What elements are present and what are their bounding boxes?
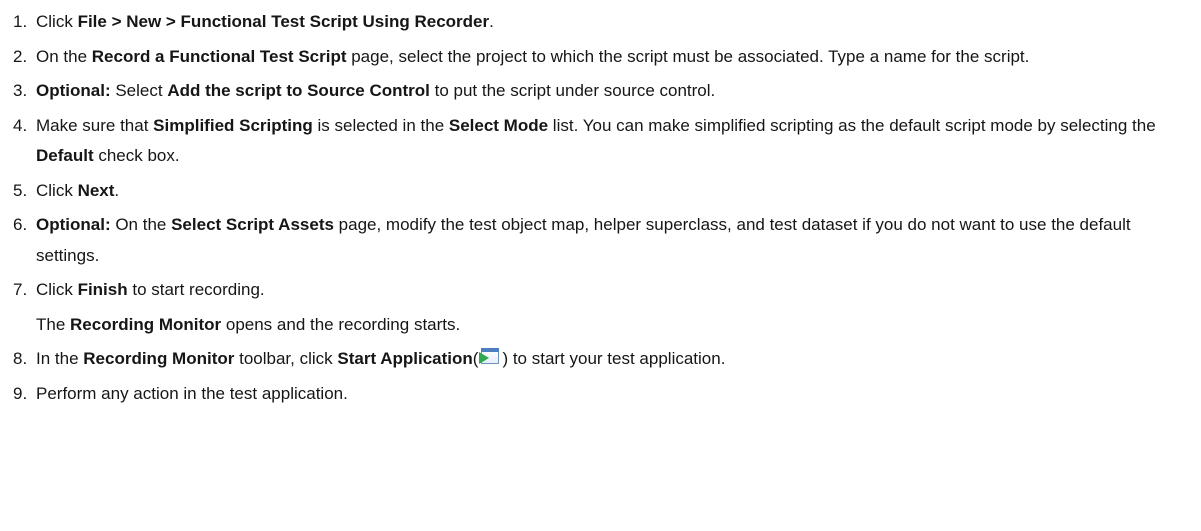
bold-text: Start Application: [337, 349, 473, 368]
bold-text: Add the script to Source Control: [167, 81, 430, 100]
start-application-icon: [479, 347, 501, 367]
step-instruction: In the Recording Monitor toolbar, click …: [36, 344, 1188, 375]
step-text: toolbar, click: [234, 349, 338, 368]
step-number: 9.: [13, 383, 28, 403]
step-text: On the: [110, 215, 172, 234]
step-text: check box.: [93, 146, 180, 165]
step-number: 6.: [13, 215, 28, 234]
step-item: 7. Click Finish to start recording. The Re…: [13, 275, 1188, 340]
step-instruction: Perform any action in the test applicati…: [36, 379, 1188, 410]
step-number: 5.: [13, 180, 28, 200]
step-number: 8.: [13, 349, 28, 368]
step-item: 3. Optional: Select Add the script to Sou…: [13, 76, 1188, 107]
step-text: Click: [36, 280, 78, 299]
step-text: is selected in the: [312, 115, 449, 135]
step-text: The: [36, 314, 71, 334]
step-text: list. You can make simplified scripting …: [548, 115, 1156, 135]
bold-text: Select Mode: [448, 115, 549, 135]
bold-text: Default: [36, 146, 94, 165]
procedure-steps-list: 1. Click File > New > Functional Test Scr…: [13, 7, 1188, 409]
bold-text: Finish: [77, 280, 128, 299]
step-instruction: Optional: On the Select Script Assets pa…: [36, 210, 1188, 271]
step-text: Click: [36, 12, 78, 31]
step-number: 3.: [13, 81, 28, 100]
step-number: 2.: [13, 46, 28, 66]
step-item: 2. On the Record a Functional Test Script…: [13, 42, 1188, 73]
step-item: 5. Click Next.: [13, 176, 1188, 207]
step-text: ) to start your test application.: [502, 349, 726, 368]
step-text: opens and the recording starts.: [221, 314, 461, 334]
document-body: 1. Click File > New > Functional Test Scr…: [0, 0, 1188, 409]
bold-text: Recording Monitor: [70, 314, 222, 334]
step-number: 7.: [13, 280, 28, 299]
step-text: On the: [36, 46, 92, 66]
bold-text: Select Script Assets: [171, 215, 334, 234]
step-instruction: On the Record a Functional Test Script p…: [36, 42, 1188, 73]
step-text: Select: [110, 81, 168, 100]
step-text: Perform any action in the test applicati…: [36, 383, 348, 403]
bold-text: Optional:: [36, 215, 111, 234]
step-text: .: [489, 12, 494, 31]
step-instruction: Optional: Select Add the script to Sourc…: [36, 76, 1188, 107]
bold-text: Simplified Scripting: [153, 115, 313, 135]
step-text: to put the script under source control.: [429, 81, 716, 100]
bold-text: Optional:: [36, 81, 111, 100]
step-text: to start recording.: [127, 280, 265, 299]
step-item: 6. Optional: On the Select Script Assets …: [13, 210, 1188, 271]
step-instruction: Click File > New > Functional Test Scrip…: [36, 7, 1188, 38]
step-text: page, select the project to which the sc…: [346, 46, 1030, 66]
step-text: In the: [36, 349, 84, 368]
step-item: 1. Click File > New > Functional Test Scr…: [13, 7, 1188, 38]
step-text: Click: [36, 180, 78, 200]
step-result: The Recording Monitor opens and the reco…: [36, 310, 1188, 341]
step-text: Make sure that: [36, 115, 154, 135]
step-number: 1.: [13, 12, 28, 31]
step-item: 8. In the Recording Monitor toolbar, clic…: [13, 344, 1188, 375]
step-instruction: Make sure that Simplified Scripting is s…: [36, 111, 1188, 172]
step-item: 4. Make sure that Simplified Scripting is…: [13, 111, 1188, 172]
step-instruction: Click Finish to start recording.: [36, 275, 1188, 306]
step-instruction: Click Next.: [36, 176, 1188, 207]
step-item: 9. Perform any action in the test applica…: [13, 379, 1188, 410]
bold-text: Next: [77, 180, 115, 200]
step-text: (: [472, 349, 479, 368]
step-text: .: [114, 180, 120, 200]
bold-text: File > New > Functional Test Script Usin…: [77, 12, 490, 31]
bold-text: Recording Monitor: [83, 349, 235, 368]
bold-text: Record a Functional Test Script: [91, 46, 347, 66]
step-number: 4.: [13, 115, 28, 135]
